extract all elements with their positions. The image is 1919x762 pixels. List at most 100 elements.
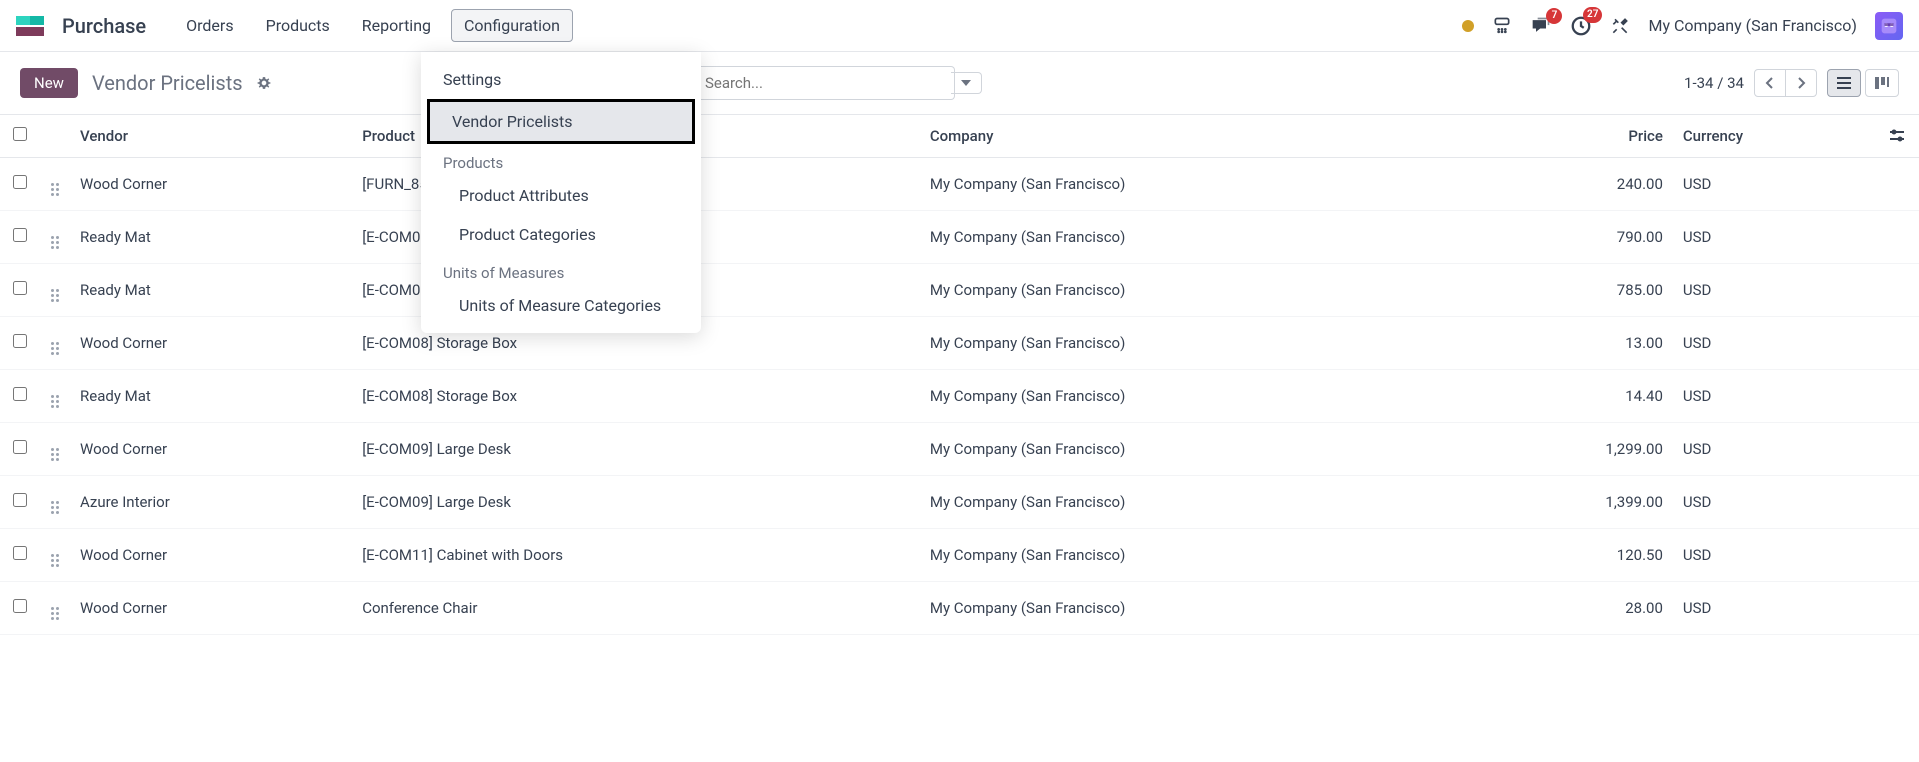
table-row[interactable]: Wood Corner [E-COM08] Storage Box My Com… [0,317,1919,370]
row-checkbox[interactable] [13,546,27,560]
dd-vendor-pricelists[interactable]: Vendor Pricelists [427,99,695,144]
nav-orders[interactable]: Orders [174,10,245,41]
cell-currency: USD [1673,211,1879,264]
nav-reporting[interactable]: Reporting [350,10,443,41]
table-row[interactable]: Azure Interior [E-COM09] Large Desk My C… [0,476,1919,529]
nav-configuration[interactable]: Configuration [451,9,573,42]
row-checkbox[interactable] [13,228,27,242]
topbar: Purchase Orders Products Reporting Confi… [0,0,1919,52]
cell-price: 14.40 [1474,370,1673,423]
app-name[interactable]: Purchase [62,14,146,38]
col-currency[interactable]: Currency [1673,115,1879,158]
dd-products-header: Products [421,144,701,176]
app-logo[interactable] [16,16,44,36]
row-checkbox[interactable] [13,387,27,401]
pricelist-table: Vendor Product Company Price Currency Wo… [0,114,1919,635]
cell-vendor: Wood Corner [70,317,352,370]
view-switcher [1827,69,1899,97]
cell-currency: USD [1673,423,1879,476]
dd-uom-categories[interactable]: Units of Measure Categories [421,286,701,325]
kanban-view-button[interactable] [1865,69,1899,97]
select-all-checkbox[interactable] [13,127,27,141]
activities-icon[interactable]: 27 [1570,15,1592,37]
tools-icon[interactable] [1610,16,1630,36]
cell-price: 13.00 [1474,317,1673,370]
optional-columns-icon[interactable] [1889,129,1909,143]
pager-text[interactable]: 1-34 / 34 [1684,74,1744,92]
cell-currency: USD [1673,158,1879,211]
row-checkbox[interactable] [13,281,27,295]
cell-company: My Company (San Francisco) [920,370,1474,423]
list-view-button[interactable] [1827,69,1861,97]
pager-next[interactable] [1785,70,1816,96]
cell-vendor: Wood Corner [70,423,352,476]
cell-vendor: Ready Mat [70,211,352,264]
cell-product: [E-COM08] Storage Box [352,370,920,423]
drag-handle-icon[interactable] [51,395,59,408]
cell-company: My Company (San Francisco) [920,423,1474,476]
cell-product: [E-COM09] Large Desk [352,423,920,476]
table-row[interactable]: Ready Mat [E-COM07... My Company (San Fr… [0,211,1919,264]
pager-buttons [1754,69,1817,97]
drag-handle-icon[interactable] [51,607,59,620]
topbar-right: 7 27 My Company (San Francisco) [1462,12,1903,40]
status-indicator[interactable] [1462,20,1474,32]
drag-handle-icon[interactable] [51,236,59,249]
subbar-right: 1-34 / 34 [1684,69,1899,97]
cell-price: 1,299.00 [1474,423,1673,476]
cell-company: My Company (San Francisco) [920,264,1474,317]
cell-company: My Company (San Francisco) [920,211,1474,264]
cell-price: 790.00 [1474,211,1673,264]
cell-company: My Company (San Francisco) [920,529,1474,582]
cell-currency: USD [1673,529,1879,582]
cell-company: My Company (San Francisco) [920,582,1474,635]
activities-badge: 27 [1583,7,1602,23]
cell-currency: USD [1673,264,1879,317]
cell-price: 785.00 [1474,264,1673,317]
cell-company: My Company (San Francisco) [920,476,1474,529]
cell-currency: USD [1673,370,1879,423]
row-checkbox[interactable] [13,440,27,454]
drag-handle-icon[interactable] [51,448,59,461]
drag-handle-icon[interactable] [51,554,59,567]
row-checkbox[interactable] [13,493,27,507]
gear-icon[interactable] [257,76,271,90]
phone-icon[interactable] [1492,16,1512,36]
drag-handle-icon[interactable] [51,183,59,196]
user-avatar[interactable] [1875,12,1903,40]
col-vendor[interactable]: Vendor [70,115,352,158]
cell-price: 1,399.00 [1474,476,1673,529]
cell-price: 120.50 [1474,529,1673,582]
dd-product-categories[interactable]: Product Categories [421,215,701,254]
row-checkbox[interactable] [13,334,27,348]
drag-handle-icon[interactable] [51,289,59,302]
cell-vendor: Ready Mat [70,370,352,423]
search-options-toggle[interactable] [951,72,982,94]
row-checkbox[interactable] [13,599,27,613]
company-selector[interactable]: My Company (San Francisco) [1648,16,1857,35]
messages-badge: 7 [1546,8,1562,24]
dd-settings[interactable]: Settings [421,60,701,99]
cell-product: [E-COM11] Cabinet with Doors [352,529,920,582]
row-checkbox[interactable] [13,175,27,189]
cell-price: 240.00 [1474,158,1673,211]
table-row[interactable]: Ready Mat [E-COM08] Storage Box My Compa… [0,370,1919,423]
table-row[interactable]: Wood Corner Conference Chair My Company … [0,582,1919,635]
cell-company: My Company (San Francisco) [920,317,1474,370]
drag-handle-icon[interactable] [51,342,59,355]
col-price[interactable]: Price [1474,115,1673,158]
cell-currency: USD [1673,476,1879,529]
table-row[interactable]: Wood Corner [E-COM09] Large Desk My Comp… [0,423,1919,476]
table-row[interactable]: Wood Corner [FURN_85... My Company (San … [0,158,1919,211]
pager-prev[interactable] [1755,70,1785,96]
cell-product: [E-COM09] Large Desk [352,476,920,529]
nav-products[interactable]: Products [254,10,342,41]
drag-handle-icon[interactable] [51,501,59,514]
table-row[interactable]: Wood Corner [E-COM11] Cabinet with Doors… [0,529,1919,582]
new-button[interactable]: New [20,68,78,98]
search-input[interactable] [695,66,955,100]
messages-icon[interactable]: 7 [1530,16,1552,36]
dd-product-attributes[interactable]: Product Attributes [421,176,701,215]
table-row[interactable]: Ready Mat [E-COM07... My Company (San Fr… [0,264,1919,317]
col-company[interactable]: Company [920,115,1474,158]
